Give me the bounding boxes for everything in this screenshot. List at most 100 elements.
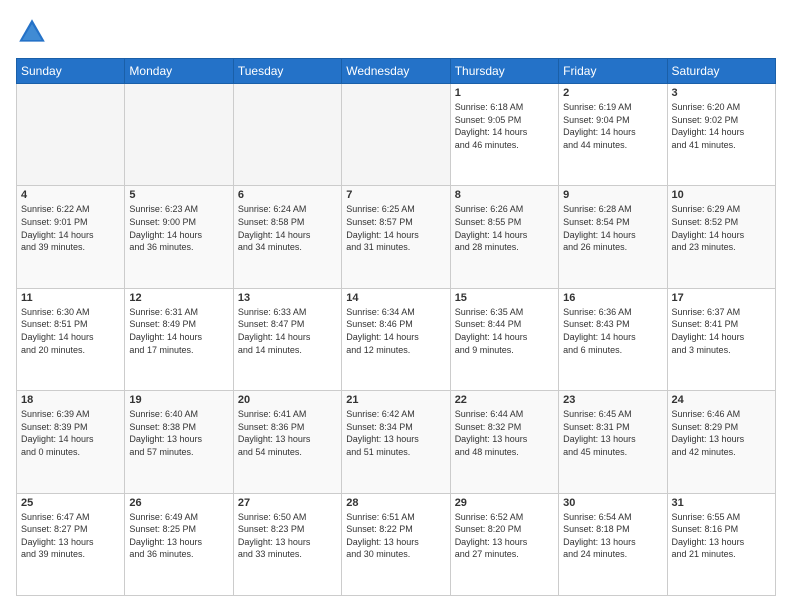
day-info: Sunrise: 6:52 AM Sunset: 8:20 PM Dayligh… — [455, 511, 554, 561]
day-number: 30 — [563, 497, 662, 509]
day-cell-18: 18Sunrise: 6:39 AM Sunset: 8:39 PM Dayli… — [17, 391, 125, 493]
logo — [16, 16, 52, 48]
day-cell-10: 10 Sunrise: 6:29 AM Sunset: 8:52 PM Dayli… — [667, 186, 775, 288]
day-info: Sunrise: 6:33 AM Sunset: 8:47 PM Dayligh… — [238, 306, 337, 356]
empty-cell — [342, 84, 450, 186]
day-number: 23 — [563, 394, 662, 406]
day-cell-20: 20 Sunrise: 6:41 AM Sunset: 8:36 PM Dayli… — [233, 391, 341, 493]
day-number: 28 — [346, 497, 445, 509]
weekday-header-friday: Friday — [559, 59, 667, 84]
day-number: 12 — [129, 292, 228, 304]
day-cell-26: 26Sunrise: 6:49 AM Sunset: 8:25 PM Dayli… — [125, 493, 233, 595]
day-number: 1 — [455, 87, 554, 99]
day-number: 10 — [672, 189, 771, 201]
day-cell-3: 3 Sunrise: 6:20 AM Sunset: 9:02 PM Daylig… — [667, 84, 775, 186]
weekday-header-wednesday: Wednesday — [342, 59, 450, 84]
day-info: Sunrise: 6:26 AM Sunset: 8:55 PM Dayligh… — [455, 203, 554, 253]
day-number: 15 — [455, 292, 554, 304]
day-number: 21 — [346, 394, 445, 406]
day-number: 25 — [21, 497, 120, 509]
day-cell-17: 17Sunrise: 6:37 AM Sunset: 8:41 PM Dayli… — [667, 288, 775, 390]
day-info: Sunrise: 6:47 AM Sunset: 8:27 PM Dayligh… — [21, 511, 120, 561]
day-cell-6: 6 Sunrise: 6:24 AM Sunset: 8:58 PM Daylig… — [233, 186, 341, 288]
day-cell-25: 25 Sunrise: 6:47 AM Sunset: 8:27 PM Dayli… — [17, 493, 125, 595]
day-cell-8: 8 Sunrise: 6:26 AM Sunset: 8:55 PM Daylig… — [450, 186, 558, 288]
day-cell-23: 23 Sunrise: 6:45 AM Sunset: 8:31 PM Dayli… — [559, 391, 667, 493]
day-info: Sunrise: 6:49 AM Sunset: 8:25 PM Dayligh… — [129, 511, 228, 561]
day-cell-11: 11 Sunrise: 6:30 AM Sunset: 8:51 PM Dayli… — [17, 288, 125, 390]
day-number: 7 — [346, 189, 445, 201]
week-row-5: 25 Sunrise: 6:47 AM Sunset: 8:27 PM Dayli… — [17, 493, 776, 595]
day-cell-30: 30 Sunrise: 6:54 AM Sunset: 8:18 PM Dayli… — [559, 493, 667, 595]
day-cell-7: 7 Sunrise: 6:25 AM Sunset: 8:57 PM Daylig… — [342, 186, 450, 288]
day-number: 11 — [21, 292, 120, 304]
week-row-3: 11 Sunrise: 6:30 AM Sunset: 8:51 PM Dayli… — [17, 288, 776, 390]
day-cell-31: 31 Sunrise: 6:55 AM Sunset: 8:16 PM Dayli… — [667, 493, 775, 595]
day-info: Sunrise: 6:25 AM Sunset: 8:57 PM Dayligh… — [346, 203, 445, 253]
weekday-header-tuesday: Tuesday — [233, 59, 341, 84]
day-number: 5 — [129, 189, 228, 201]
day-cell-19: 19Sunrise: 6:40 AM Sunset: 8:38 PM Dayli… — [125, 391, 233, 493]
weekday-header-saturday: Saturday — [667, 59, 775, 84]
day-cell-22: 22 Sunrise: 6:44 AM Sunset: 8:32 PM Dayli… — [450, 391, 558, 493]
week-row-2: 4 Sunrise: 6:22 AM Sunset: 9:01 PM Daylig… — [17, 186, 776, 288]
day-number: 27 — [238, 497, 337, 509]
day-info: Sunrise: 6:35 AM Sunset: 8:44 PM Dayligh… — [455, 306, 554, 356]
day-info: Sunrise: 6:42 AM Sunset: 8:34 PM Dayligh… — [346, 408, 445, 458]
day-number: 16 — [563, 292, 662, 304]
week-row-4: 18Sunrise: 6:39 AM Sunset: 8:39 PM Dayli… — [17, 391, 776, 493]
day-info: Sunrise: 6:30 AM Sunset: 8:51 PM Dayligh… — [21, 306, 120, 356]
page: SundayMondayTuesdayWednesdayThursdayFrid… — [0, 0, 792, 612]
day-info: Sunrise: 6:34 AM Sunset: 8:46 PM Dayligh… — [346, 306, 445, 356]
calendar-table: SundayMondayTuesdayWednesdayThursdayFrid… — [16, 58, 776, 596]
day-info: Sunrise: 6:36 AM Sunset: 8:43 PM Dayligh… — [563, 306, 662, 356]
day-number: 4 — [21, 189, 120, 201]
day-info: Sunrise: 6:24 AM Sunset: 8:58 PM Dayligh… — [238, 203, 337, 253]
weekday-header-thursday: Thursday — [450, 59, 558, 84]
day-info: Sunrise: 6:37 AM Sunset: 8:41 PM Dayligh… — [672, 306, 771, 356]
empty-cell — [233, 84, 341, 186]
day-cell-12: 12 Sunrise: 6:31 AM Sunset: 8:49 PM Dayli… — [125, 288, 233, 390]
day-number: 3 — [672, 87, 771, 99]
day-cell-21: 21 Sunrise: 6:42 AM Sunset: 8:34 PM Dayli… — [342, 391, 450, 493]
day-info: Sunrise: 6:54 AM Sunset: 8:18 PM Dayligh… — [563, 511, 662, 561]
day-number: 31 — [672, 497, 771, 509]
day-cell-1: 1 Sunrise: 6:18 AM Sunset: 9:05 PM Daylig… — [450, 84, 558, 186]
day-info: Sunrise: 6:55 AM Sunset: 8:16 PM Dayligh… — [672, 511, 771, 561]
day-info: Sunrise: 6:19 AM Sunset: 9:04 PM Dayligh… — [563, 101, 662, 151]
day-info: Sunrise: 6:44 AM Sunset: 8:32 PM Dayligh… — [455, 408, 554, 458]
day-info: Sunrise: 6:23 AM Sunset: 9:00 PM Dayligh… — [129, 203, 228, 253]
day-cell-5: 5 Sunrise: 6:23 AM Sunset: 9:00 PM Daylig… — [125, 186, 233, 288]
weekday-header-row: SundayMondayTuesdayWednesdayThursdayFrid… — [17, 59, 776, 84]
day-info: Sunrise: 6:51 AM Sunset: 8:22 PM Dayligh… — [346, 511, 445, 561]
day-cell-9: 9 Sunrise: 6:28 AM Sunset: 8:54 PM Daylig… — [559, 186, 667, 288]
day-info: Sunrise: 6:41 AM Sunset: 8:36 PM Dayligh… — [238, 408, 337, 458]
day-cell-4: 4 Sunrise: 6:22 AM Sunset: 9:01 PM Daylig… — [17, 186, 125, 288]
day-info: Sunrise: 6:45 AM Sunset: 8:31 PM Dayligh… — [563, 408, 662, 458]
day-number: 13 — [238, 292, 337, 304]
day-cell-14: 14 Sunrise: 6:34 AM Sunset: 8:46 PM Dayli… — [342, 288, 450, 390]
day-info: Sunrise: 6:20 AM Sunset: 9:02 PM Dayligh… — [672, 101, 771, 151]
day-info: Sunrise: 6:31 AM Sunset: 8:49 PM Dayligh… — [129, 306, 228, 356]
day-cell-16: 16 Sunrise: 6:36 AM Sunset: 8:43 PM Dayli… — [559, 288, 667, 390]
day-number: 29 — [455, 497, 554, 509]
day-number: 9 — [563, 189, 662, 201]
day-cell-29: 29 Sunrise: 6:52 AM Sunset: 8:20 PM Dayli… — [450, 493, 558, 595]
day-number: 6 — [238, 189, 337, 201]
day-cell-15: 15 Sunrise: 6:35 AM Sunset: 8:44 PM Dayli… — [450, 288, 558, 390]
day-cell-13: 13 Sunrise: 6:33 AM Sunset: 8:47 PM Dayli… — [233, 288, 341, 390]
weekday-header-monday: Monday — [125, 59, 233, 84]
day-number: 8 — [455, 189, 554, 201]
day-number: 14 — [346, 292, 445, 304]
day-info: Sunrise: 6:22 AM Sunset: 9:01 PM Dayligh… — [21, 203, 120, 253]
day-info: Sunrise: 6:29 AM Sunset: 8:52 PM Dayligh… — [672, 203, 771, 253]
day-info: Sunrise: 6:28 AM Sunset: 8:54 PM Dayligh… — [563, 203, 662, 253]
day-info: Sunrise: 6:18 AM Sunset: 9:05 PM Dayligh… — [455, 101, 554, 151]
empty-cell — [17, 84, 125, 186]
day-cell-2: 2Sunrise: 6:19 AM Sunset: 9:04 PM Daylig… — [559, 84, 667, 186]
day-number: 22 — [455, 394, 554, 406]
week-row-1: 1 Sunrise: 6:18 AM Sunset: 9:05 PM Daylig… — [17, 84, 776, 186]
weekday-header-sunday: Sunday — [17, 59, 125, 84]
day-cell-24: 24Sunrise: 6:46 AM Sunset: 8:29 PM Dayli… — [667, 391, 775, 493]
day-number: 20 — [238, 394, 337, 406]
